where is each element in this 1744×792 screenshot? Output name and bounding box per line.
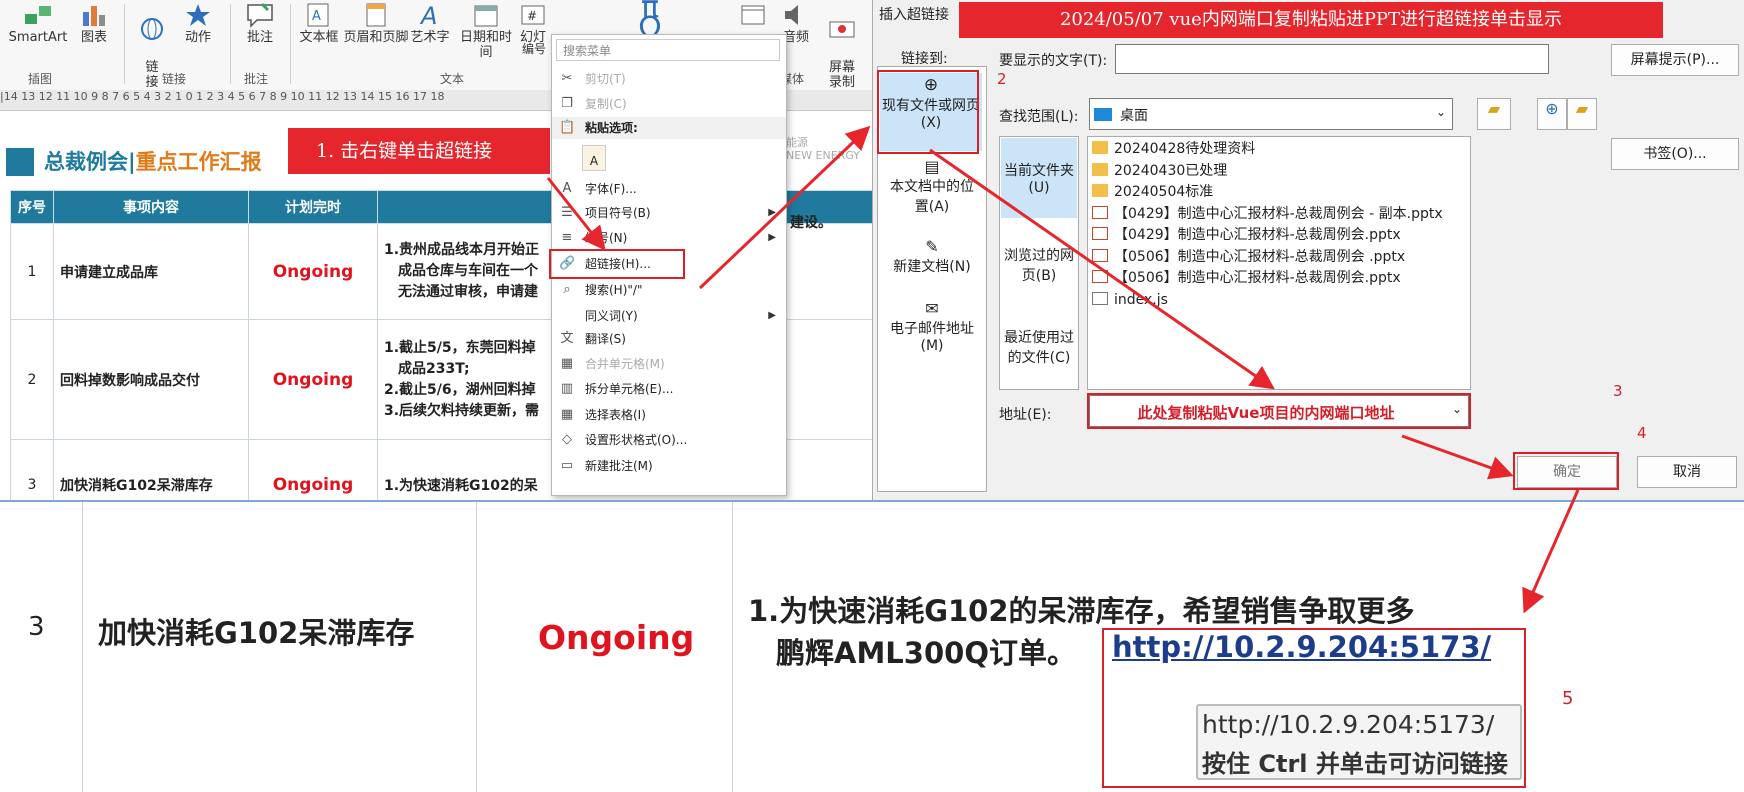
arrow-to-address	[929, 148, 1275, 390]
arrow-to-existing-file	[698, 125, 871, 290]
arrow-to-result	[1522, 489, 1580, 614]
arrow-to-hyperlink-item	[546, 177, 606, 251]
annotation-arrows	[546, 125, 1580, 614]
arrow-to-ok	[1401, 434, 1514, 480]
